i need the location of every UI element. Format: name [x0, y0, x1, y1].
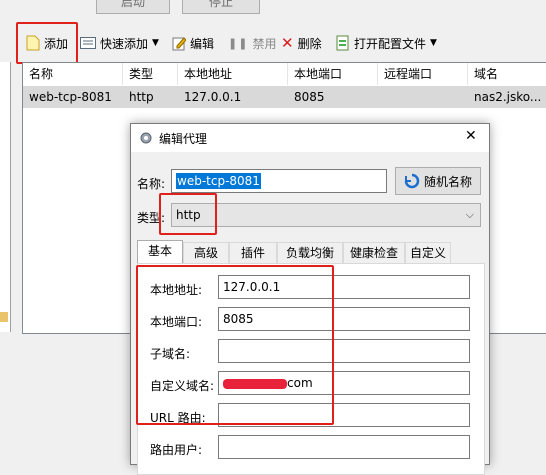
edit-button-label: 编辑 [190, 36, 215, 51]
dialog-titlebar[interactable]: 编辑代理 ✕ [131, 124, 489, 152]
add-button-label: 添加 [44, 36, 69, 51]
tab-plugin-label: 插件 [240, 246, 265, 260]
subdomain-input[interactable] [218, 339, 470, 363]
pause-icon: ❚❚ [228, 36, 249, 50]
start-button[interactable]: 启动 [96, 0, 170, 14]
subdomain-label: 子域名: [150, 347, 191, 361]
local-port-label: 本地端口: [150, 315, 203, 329]
delete-button-label: 删除 [297, 36, 322, 51]
chevron-down-icon: ⌵ [465, 208, 474, 221]
refresh-icon [404, 173, 420, 189]
col-header-local-addr[interactable]: 本地地址 [178, 63, 288, 85]
tab-basic-label: 基本 [147, 244, 172, 258]
table-row[interactable]: web-tcp-8081 http 127.0.0.1 8085 nas2.js… [23, 86, 546, 108]
cell-remote-port [378, 86, 468, 108]
type-select[interactable]: http ⌵ [171, 203, 481, 227]
col-header-type[interactable]: 类型 [123, 63, 178, 85]
config-file-icon [336, 35, 349, 51]
chevron-down-icon: ▼ [430, 38, 437, 48]
quick-add-label: 快速添加 [100, 36, 149, 51]
edit-proxy-dialog: 编辑代理 ✕ 名称: web-tcp-8081 随机名称 类型: http ⌵ … [130, 123, 490, 475]
left-panel-edge [0, 62, 11, 332]
name-input-value: web-tcp-8081 [176, 173, 261, 189]
cell-local-addr: 127.0.0.1 [184, 90, 242, 104]
custom-domain-input[interactable]: com [218, 371, 470, 395]
folder-icon [0, 312, 8, 322]
local-addr-label: 本地地址: [150, 283, 203, 297]
redacted-scribble [223, 378, 287, 389]
cell-name: web-tcp-8081 [29, 90, 112, 104]
chevron-down-icon: ▼ [152, 38, 159, 48]
tab-page-basic: 本地地址: 127.0.0.1 本地端口: 8085 子域名: 自定义域名: c… [137, 263, 485, 475]
stop-button[interactable]: 停止 [182, 0, 260, 14]
route-user-label: 路由用户: [150, 443, 203, 457]
local-port-input[interactable]: 8085 [218, 307, 470, 331]
file-icon [26, 35, 40, 51]
open-config-label: 打开配置文件 [354, 36, 427, 51]
col-header-local-port[interactable]: 本地端口 [288, 63, 378, 85]
route-user-input[interactable] [218, 435, 470, 459]
cell-domain: nas2.jsko... [474, 90, 542, 104]
url-route-input[interactable] [218, 403, 470, 427]
open-config-button[interactable]: 打开配置文件 ▼ [336, 32, 437, 54]
disable-button[interactable]: ❚❚ 禁用 [228, 32, 276, 54]
url-route-label: URL 路由: [150, 411, 206, 425]
tab-health-check[interactable]: 健康检查 [343, 242, 405, 263]
tab-load-balance-label: 负载均衡 [285, 246, 334, 260]
list-add-icon [80, 37, 96, 49]
quick-add-button[interactable]: 快速添加 ▼ [80, 32, 159, 54]
edit-button[interactable]: 编辑 [172, 32, 214, 54]
col-header-name[interactable]: 名称 [23, 63, 123, 85]
tab-health-check-label: 健康检查 [349, 246, 398, 260]
delete-x-icon: ✕ [281, 34, 294, 52]
tab-custom[interactable]: 自定义 [405, 242, 451, 263]
add-button[interactable]: 添加 [26, 32, 68, 54]
local-addr-value: 127.0.0.1 [223, 280, 281, 294]
tab-custom-label: 自定义 [409, 246, 446, 260]
disable-button-label: 禁用 [252, 36, 277, 51]
type-label: 类型: [137, 211, 166, 225]
name-input[interactable]: web-tcp-8081 [171, 169, 387, 193]
random-name-label: 随机名称 [423, 174, 472, 189]
close-icon[interactable]: ✕ [465, 128, 477, 144]
start-button-label: 启动 [120, 0, 145, 9]
col-header-domain[interactable]: 域名 [468, 63, 546, 85]
name-label: 名称: [137, 177, 166, 191]
custom-domain-label: 自定义域名: [150, 379, 215, 393]
random-name-button[interactable]: 随机名称 [395, 167, 481, 195]
cell-local-port: 8085 [294, 90, 325, 104]
delete-button[interactable]: ✕ 删除 [281, 32, 322, 54]
dialog-title: 编辑代理 [159, 132, 208, 146]
type-select-value: http [176, 208, 201, 222]
tab-load-balance[interactable]: 负载均衡 [277, 242, 343, 263]
tab-basic[interactable]: 基本 [137, 240, 183, 264]
local-addr-input[interactable]: 127.0.0.1 [218, 275, 470, 299]
stop-button-label: 停止 [208, 0, 233, 9]
col-header-remote-port[interactable]: 远程端口 [378, 63, 468, 85]
edit-icon [172, 37, 186, 51]
gear-icon [140, 132, 152, 144]
cell-type: http [129, 90, 154, 104]
custom-domain-value: com [287, 376, 313, 390]
tab-plugin[interactable]: 插件 [229, 242, 277, 263]
local-port-value: 8085 [223, 312, 254, 326]
tab-advanced[interactable]: 高级 [183, 242, 229, 263]
tab-advanced-label: 高级 [193, 246, 218, 260]
